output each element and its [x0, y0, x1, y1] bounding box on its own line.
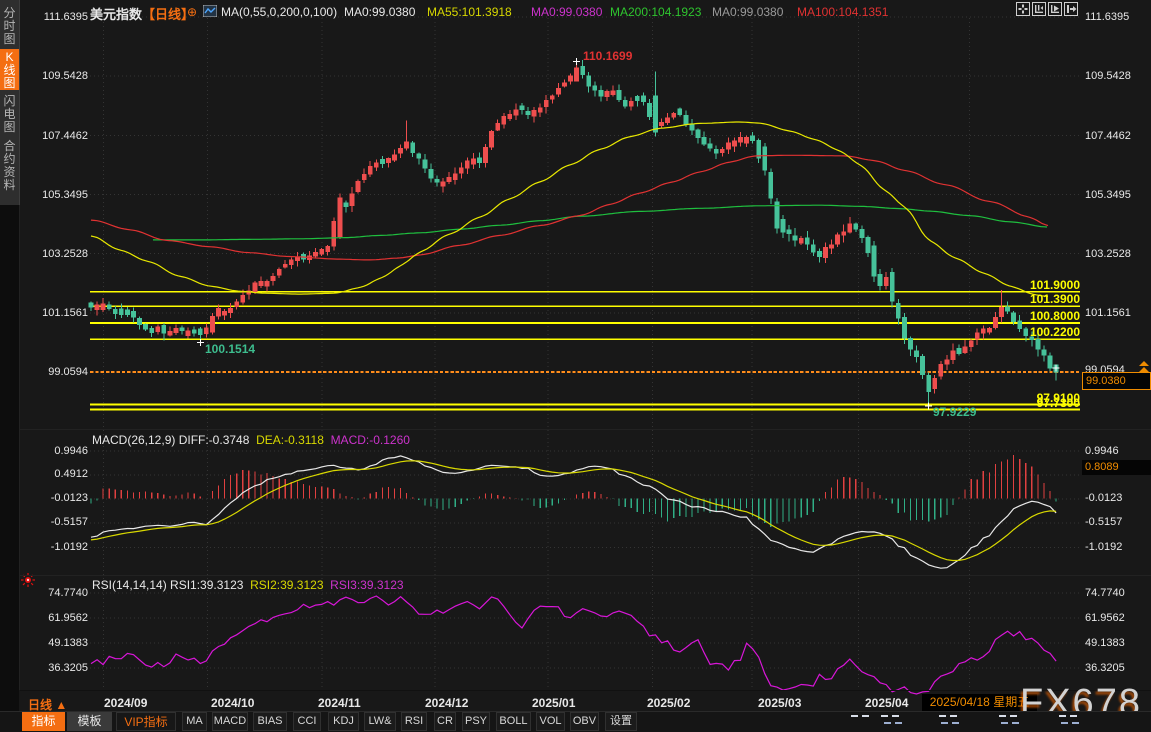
svg-text:110.1699: 110.1699	[583, 49, 633, 63]
svg-text:97.9229: 97.9229	[933, 405, 977, 419]
svg-text:100.1514: 100.1514	[205, 342, 255, 356]
